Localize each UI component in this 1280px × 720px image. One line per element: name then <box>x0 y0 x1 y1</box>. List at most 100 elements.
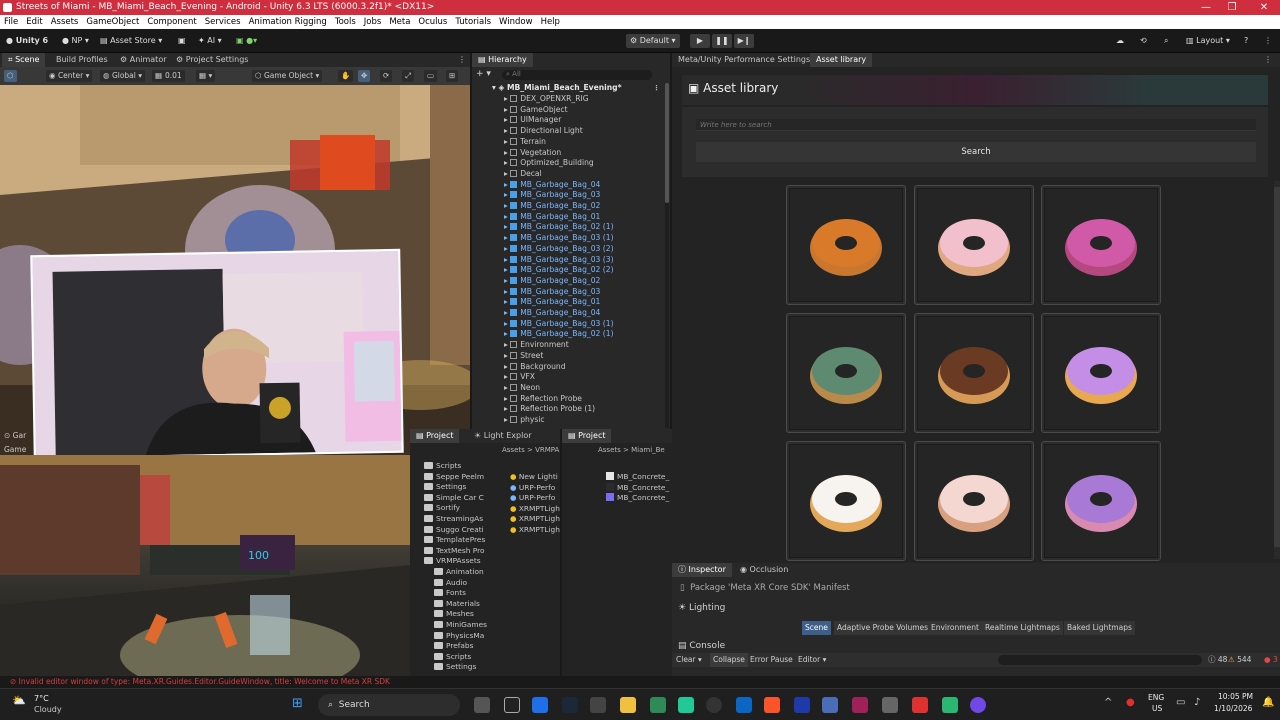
hand-tool-icon[interactable]: ✋ <box>338 70 354 82</box>
pivot-center-dropdown[interactable]: ◉ Center ▾ <box>46 70 93 82</box>
unity-editor-icon[interactable] <box>882 697 898 713</box>
task-view-icon[interactable] <box>474 697 490 713</box>
project-folder[interactable]: Fonts <box>434 588 466 599</box>
project-folder[interactable]: Audio <box>434 578 467 589</box>
donut-asset-card[interactable] <box>914 441 1034 561</box>
close-icon[interactable]: ✕ <box>1254 0 1274 15</box>
more-icon[interactable]: ⋮ <box>1264 34 1272 48</box>
project-folder[interactable]: Scripts <box>424 461 461 472</box>
material-file[interactable]: MB_Concrete_ <box>606 482 669 494</box>
donut-asset-card[interactable] <box>914 313 1034 433</box>
project-file[interactable]: ● New Lighti <box>510 472 558 483</box>
hierarchy-scrollbar[interactable] <box>665 83 669 428</box>
tab-project-settings[interactable]: ⚙ Project Settings <box>170 53 254 67</box>
hierarchy-scroll-thumb[interactable] <box>665 83 669 203</box>
menu-jobs[interactable]: Jobs <box>364 17 382 27</box>
hierarchy-search-input[interactable]: ⌕ All <box>502 70 652 80</box>
pivot-global-dropdown[interactable]: ◍ Global ▾ <box>100 70 146 82</box>
hierarchy-item[interactable]: ▸ Terrain⚲ + <box>504 137 700 148</box>
menu-tools[interactable]: Tools <box>335 17 356 27</box>
hierarchy-item[interactable]: ▸ Directional Light⚲ + <box>504 126 700 137</box>
console-warning-count[interactable]: ⚠ 544 <box>1228 653 1251 667</box>
app-icon-5[interactable] <box>794 697 810 713</box>
tab-asset-library[interactable]: Asset library <box>810 53 873 67</box>
hierarchy-item[interactable]: ▸ physic⚲ + <box>504 415 700 426</box>
asset-search-input[interactable] <box>696 119 1256 131</box>
view-object-dropdown[interactable]: ⬡ Game Object ▾ <box>252 70 323 82</box>
pause-icon[interactable]: ❚❚ <box>712 34 732 48</box>
tab-project[interactable]: ▤ Project <box>410 429 460 443</box>
hierarchy-item[interactable]: ▸ VFX⚲ + <box>504 372 700 383</box>
project-file[interactable]: ● URP-Perfo <box>510 493 555 504</box>
project-folder[interactable]: Scripts <box>434 652 471 663</box>
rotate-tool-icon[interactable]: ⟳ <box>380 70 393 82</box>
maximize-icon[interactable]: ❐ <box>1222 0 1242 15</box>
step-icon[interactable]: ▶❙ <box>734 34 754 48</box>
language-indicator[interactable]: ENG <box>1148 693 1164 702</box>
hierarchy-item[interactable]: ▸ MB_Garbage_Bag_03 (1)⚲ + <box>504 319 700 330</box>
snap-settings-icon[interactable]: ▦ ▾ <box>196 70 216 82</box>
brave-icon[interactable] <box>764 697 780 713</box>
menu-help[interactable]: Help <box>541 17 560 27</box>
project-folder[interactable]: VRMPAssets <box>424 556 481 567</box>
notifications-icon[interactable]: 🔔 <box>1262 697 1274 708</box>
scale-tool-icon[interactable]: ⤢ <box>402 70 414 82</box>
menu-animation-rigging[interactable]: Animation Rigging <box>249 17 327 27</box>
move-tool-icon[interactable]: ✥ <box>358 70 371 82</box>
app-icon-8[interactable] <box>912 697 928 713</box>
unity-account-button[interactable]: ● Unity 6 <box>6 34 48 48</box>
donut-asset-card[interactable] <box>786 313 906 433</box>
hierarchy-item[interactable]: ▸ Background⚲ + <box>504 362 700 373</box>
weather-icon[interactable]: ⛅ <box>12 694 26 707</box>
project-folder[interactable]: PhysicsMa <box>434 631 484 642</box>
search-button[interactable]: Search <box>696 142 1256 162</box>
layout-dropdown[interactable]: ▥ Layout ▾ <box>1186 34 1230 48</box>
hierarchy-item[interactable]: ▸ MB_Garbage_Bag_03 (3)⚲ + <box>504 255 700 266</box>
project-folder[interactable]: Materials <box>434 599 480 610</box>
asset-store-button[interactable]: ▤ Asset Store ▾ <box>100 34 162 48</box>
menu-meta[interactable]: Meta <box>389 17 410 27</box>
menu-component[interactable]: Component <box>147 17 196 27</box>
np-account-button[interactable]: ● NP ▾ <box>62 34 89 48</box>
project-file[interactable]: ● XRMPTLigh <box>510 514 560 525</box>
asset-scrollbar[interactable] <box>1274 181 1280 559</box>
tab-light-explorer[interactable]: ☀ Light Explor <box>468 429 538 443</box>
meta-icon[interactable] <box>532 697 548 713</box>
right-panel-menu-icon[interactable]: ⋮ <box>1264 53 1272 67</box>
hierarchy-item[interactable]: ▸ MB_Garbage_Bag_02 (1)⚲ + <box>504 222 700 233</box>
game-tab-fragment[interactable]: ⊙ Gar <box>4 431 26 440</box>
donut-asset-card[interactable] <box>914 185 1034 305</box>
hierarchy-item[interactable]: ▸ MB_Garbage_Bag_03⚲ + <box>504 287 700 298</box>
snap-increment-field[interactable]: 0.01 <box>162 70 185 82</box>
donut-asset-card[interactable] <box>786 441 906 561</box>
github-icon[interactable] <box>706 697 722 713</box>
donut-asset-card[interactable] <box>1041 441 1161 561</box>
clock-time[interactable]: 10:05 PM <box>1218 692 1253 701</box>
hierarchy-item[interactable]: ▸ MB_Garbage_Bag_02 (1)⚲ + <box>504 329 700 340</box>
console-info-count[interactable]: ⓘ 48 <box>1208 653 1227 667</box>
project-folder[interactable]: Seppe Peelm <box>424 472 484 483</box>
collab-status-icon[interactable]: ▣ ●▾ <box>236 34 257 48</box>
hierarchy-item[interactable]: ▸ Vegetation⚲ + <box>504 148 700 159</box>
project-folder[interactable]: Meshes <box>434 609 474 620</box>
hierarchy-scene-root[interactable]: ▾ ◈ MB_Miami_Beach_Evening* ⋮ <box>492 83 688 94</box>
project-folder[interactable]: Suggo Creati <box>424 525 484 536</box>
hierarchy-item[interactable]: ▸ Environment⚲ + <box>504 340 700 351</box>
hierarchy-item[interactable]: ▸ UIManager⚲ + <box>504 115 700 126</box>
asset-scroll-thumb[interactable] <box>1274 187 1280 547</box>
material-file[interactable]: MB_Concrete_ <box>606 493 669 504</box>
network-icon[interactable]: ▭ <box>1176 697 1185 708</box>
console-collapse-button[interactable]: Collapse <box>710 653 748 667</box>
cloud-icon[interactable]: ☁ <box>1116 34 1124 48</box>
menu-oculus[interactable]: Oculus <box>418 17 447 27</box>
project-folder[interactable]: Sortify <box>424 503 460 514</box>
lighting-tab-baked[interactable]: Baked Lightmaps <box>1064 621 1135 635</box>
hierarchy-item[interactable]: ▸ Reflection Probe⚲ + <box>504 394 700 405</box>
hierarchy-item[interactable]: ▸ MB_Garbage_Bag_02⚲ + <box>504 276 700 287</box>
history-icon[interactable]: ⟲ <box>1140 34 1147 48</box>
hierarchy-item[interactable]: ▸ MB_Garbage_Bag_03 (2)⚲ + <box>504 244 700 255</box>
project-folder[interactable]: MiniGames <box>434 620 487 631</box>
scene-menu-icon[interactable]: ⋮ <box>653 83 660 94</box>
play-mode-dropdown[interactable]: ⚙ Default ▾ <box>626 34 680 48</box>
steam-icon[interactable] <box>562 697 578 713</box>
